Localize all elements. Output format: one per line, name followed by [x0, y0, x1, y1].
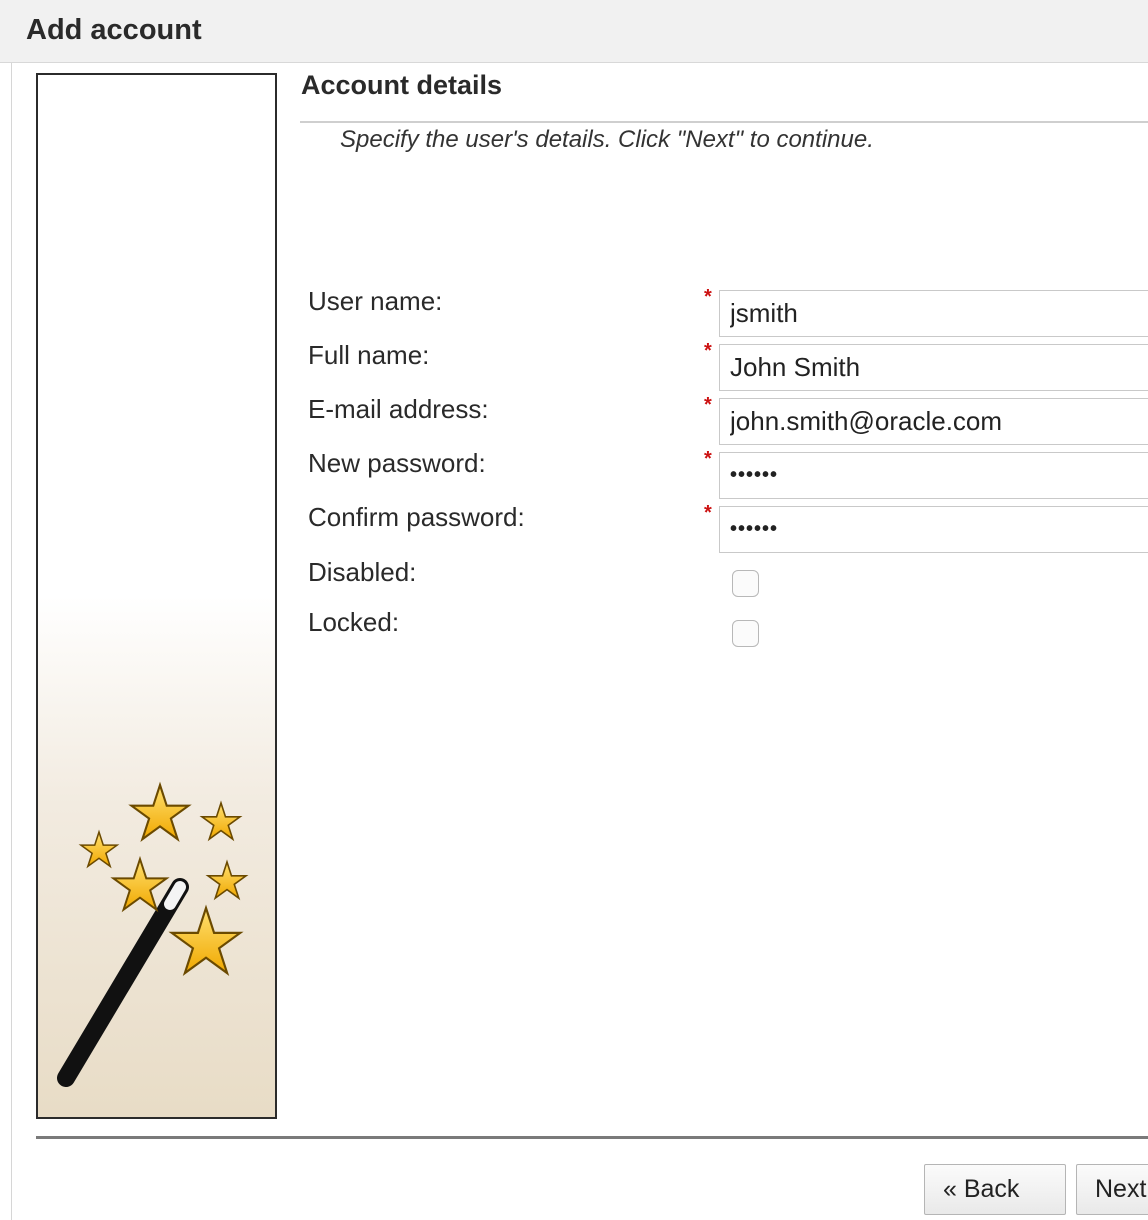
user-name-label: User name:: [308, 286, 443, 316]
section-title: Account details: [301, 70, 503, 100]
required-marker: *: [704, 448, 712, 470]
back-button[interactable]: « Back: [924, 1164, 1066, 1215]
locked-label: Locked:: [308, 607, 400, 637]
locked-checkbox[interactable]: [732, 620, 759, 647]
required-marker: *: [704, 502, 712, 524]
email-input[interactable]: [719, 398, 1148, 445]
instructions-text: Specify the user's details. Click "Next"…: [340, 126, 874, 153]
user-name-input[interactable]: [719, 290, 1148, 337]
dialog-titlebar: Add account: [0, 0, 1148, 63]
confirm-password-input[interactable]: [719, 506, 1148, 553]
required-marker: *: [704, 340, 712, 362]
disabled-checkbox[interactable]: [732, 570, 759, 597]
full-name-label: Full name:: [308, 340, 430, 370]
new-password-label: New password:: [308, 448, 486, 478]
next-button[interactable]: Next »: [1076, 1164, 1148, 1215]
full-name-input[interactable]: [719, 344, 1148, 391]
confirm-password-label: Confirm password:: [308, 502, 525, 532]
footer-divider: [36, 1136, 1148, 1139]
new-password-input[interactable]: [719, 452, 1148, 499]
disabled-label: Disabled:: [308, 557, 417, 587]
required-marker: *: [704, 394, 712, 416]
wizard-illustration-panel: [36, 73, 277, 1119]
dialog-title: Add account: [26, 14, 202, 46]
section-divider: [300, 121, 1148, 123]
required-marker: *: [704, 286, 712, 308]
email-label: E-mail address:: [308, 394, 489, 424]
magic-wand-icon: [57, 781, 249, 1087]
left-border: [11, 63, 12, 1220]
